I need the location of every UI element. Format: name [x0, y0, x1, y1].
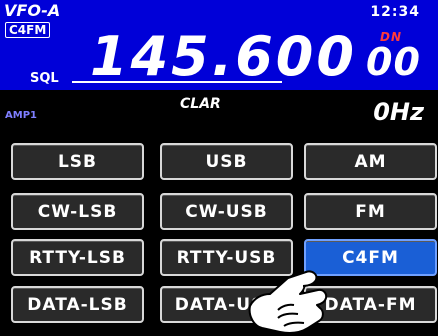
- mode-button-cw-usb[interactable]: CW-USB: [160, 193, 293, 230]
- clock-display: 12:34: [370, 4, 420, 20]
- mode-button-data-lsb[interactable]: DATA-LSB: [11, 286, 144, 323]
- mode-button-am[interactable]: AM: [304, 143, 437, 180]
- touch-screen: VFO-A 12:34 C4FM 145.600 DN 00 SQL AMP1 …: [0, 0, 438, 336]
- mode-button-cw-lsb[interactable]: CW-LSB: [11, 193, 144, 230]
- mode-button-rtty-lsb[interactable]: RTTY-LSB: [11, 239, 144, 276]
- mode-button-lsb[interactable]: LSB: [11, 143, 144, 180]
- clar-value[interactable]: 0Hz: [373, 98, 424, 126]
- frequency-sub-digits[interactable]: 00: [366, 43, 421, 81]
- sql-label: SQL: [30, 71, 59, 86]
- mode-button-usb[interactable]: USB: [160, 143, 293, 180]
- sql-bar: [72, 81, 282, 83]
- vfo-label[interactable]: VFO-A: [4, 2, 60, 20]
- amp-indicator: AMP1: [5, 110, 37, 121]
- mode-badge: C4FM: [5, 22, 51, 38]
- radio-display-frame: VFO-A 12:34 C4FM 145.600 DN 00 SQL AMP1 …: [0, 0, 438, 336]
- mode-button-fm[interactable]: FM: [304, 193, 437, 230]
- frequency-main[interactable]: 145.600: [90, 30, 357, 84]
- frequency-panel: VFO-A 12:34 C4FM 145.600 DN 00 SQL: [0, 0, 438, 90]
- pointing-hand-icon: [248, 270, 328, 334]
- clar-label: CLAR: [180, 96, 221, 112]
